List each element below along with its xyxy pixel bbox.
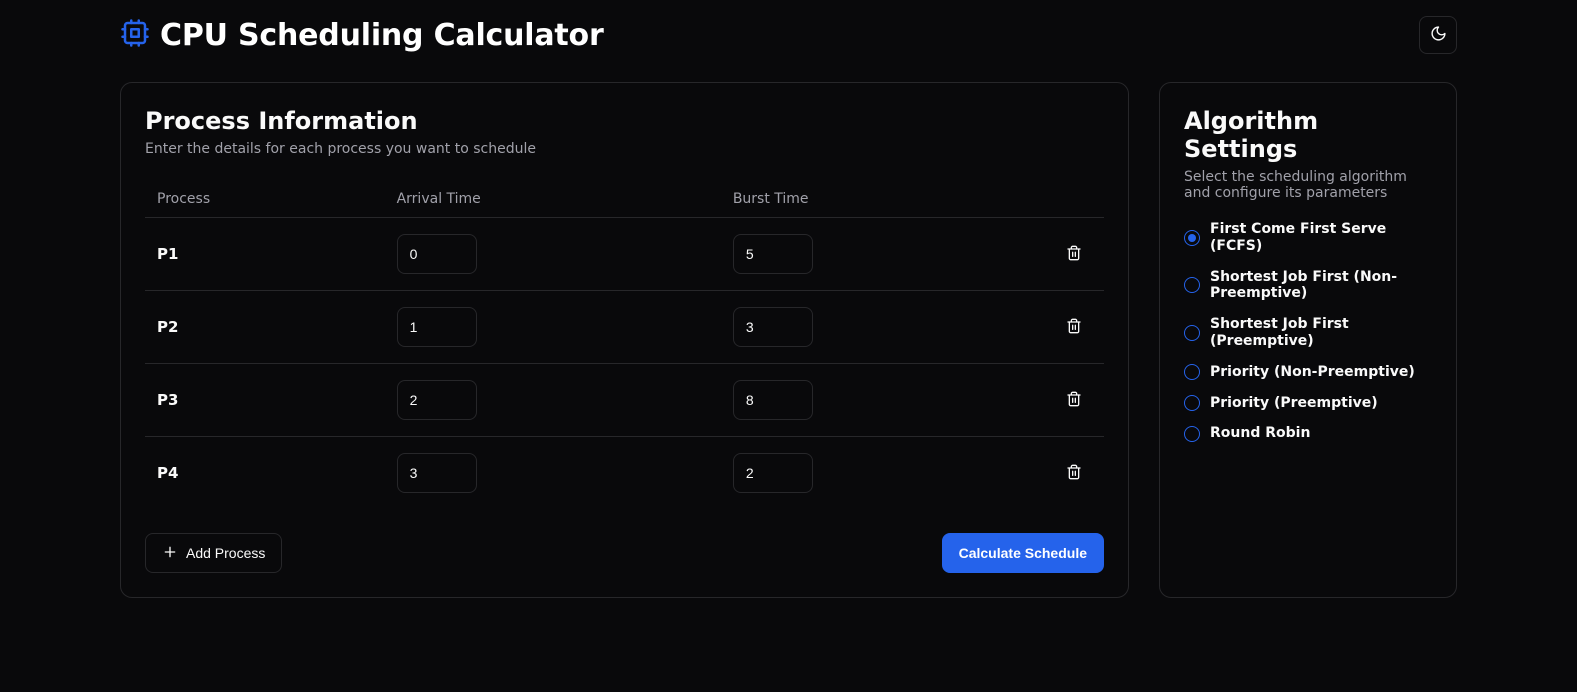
process-info-card: Process Information Enter the details fo… (120, 82, 1129, 598)
table-row: P3 (145, 364, 1104, 437)
theme-toggle-button[interactable] (1419, 16, 1457, 54)
burst-input[interactable] (733, 307, 813, 347)
moon-icon (1430, 25, 1447, 45)
page-title: CPU Scheduling Calculator (160, 18, 604, 53)
delete-row-button[interactable] (1056, 236, 1092, 272)
action-cell (1044, 364, 1104, 437)
algorithm-option-label: First Come First Serve (FCFS) (1210, 221, 1432, 255)
process-name-cell: P2 (145, 291, 385, 364)
trash-icon (1066, 464, 1082, 483)
process-name-cell: P3 (145, 364, 385, 437)
algorithm-option[interactable]: Shortest Job First (Preemptive) (1184, 316, 1432, 350)
algo-card-description: Select the scheduling algorithm and conf… (1184, 169, 1432, 201)
burst-input[interactable] (733, 453, 813, 493)
radio-icon (1184, 325, 1200, 341)
add-process-label: Add Process (186, 545, 265, 561)
arrival-input[interactable] (397, 234, 477, 274)
col-process: Process (145, 181, 385, 218)
radio-icon (1184, 395, 1200, 411)
add-process-button[interactable]: Add Process (145, 533, 282, 573)
action-cell (1044, 218, 1104, 291)
col-burst: Burst Time (721, 181, 1044, 218)
algorithm-option[interactable]: First Come First Serve (FCFS) (1184, 221, 1432, 255)
arrival-input[interactable] (397, 307, 477, 347)
arrival-input[interactable] (397, 453, 477, 493)
burst-input[interactable] (733, 234, 813, 274)
algorithm-radio-group: First Come First Serve (FCFS) Shortest Jo… (1184, 221, 1432, 442)
arrival-cell (385, 291, 721, 364)
arrival-cell (385, 437, 721, 510)
table-row: P4 (145, 437, 1104, 510)
calculate-button[interactable]: Calculate Schedule (942, 533, 1104, 573)
radio-icon (1184, 230, 1200, 246)
arrival-cell (385, 364, 721, 437)
trash-icon (1066, 245, 1082, 264)
action-cell (1044, 437, 1104, 510)
algo-card-title: Algorithm Settings (1184, 107, 1432, 163)
table-row: P2 (145, 291, 1104, 364)
col-action (1044, 181, 1104, 218)
app-header: CPU Scheduling Calculator (120, 16, 1457, 54)
algorithm-option-label: Round Robin (1210, 425, 1310, 442)
plus-icon (162, 544, 178, 563)
cpu-icon (120, 18, 150, 52)
process-table: Process Arrival Time Burst Time P1P2P3P4 (145, 181, 1104, 509)
title-wrap: CPU Scheduling Calculator (120, 18, 604, 53)
process-card-description: Enter the details for each process you w… (145, 141, 1104, 157)
radio-icon (1184, 364, 1200, 380)
process-name-cell: P4 (145, 437, 385, 510)
burst-input[interactable] (733, 380, 813, 420)
algorithm-option[interactable]: Priority (Preemptive) (1184, 395, 1432, 412)
algorithm-option[interactable]: Shortest Job First (Non-Preemptive) (1184, 269, 1432, 303)
process-card-footer: Add Process Calculate Schedule (145, 533, 1104, 573)
table-row: P1 (145, 218, 1104, 291)
calculate-label: Calculate Schedule (959, 545, 1087, 561)
algorithm-option-label: Shortest Job First (Non-Preemptive) (1210, 269, 1432, 303)
algorithm-option-label: Priority (Preemptive) (1210, 395, 1378, 412)
radio-icon (1184, 426, 1200, 442)
process-card-title: Process Information (145, 107, 1104, 135)
burst-cell (721, 291, 1044, 364)
arrival-cell (385, 218, 721, 291)
algorithm-option-label: Priority (Non-Preemptive) (1210, 364, 1415, 381)
arrival-input[interactable] (397, 380, 477, 420)
process-name-cell: P1 (145, 218, 385, 291)
algorithm-option[interactable]: Round Robin (1184, 425, 1432, 442)
action-cell (1044, 291, 1104, 364)
delete-row-button[interactable] (1056, 455, 1092, 491)
algorithm-settings-card: Algorithm Settings Select the scheduling… (1159, 82, 1457, 598)
trash-icon (1066, 318, 1082, 337)
trash-icon (1066, 391, 1082, 410)
burst-cell (721, 364, 1044, 437)
algorithm-option-label: Shortest Job First (Preemptive) (1210, 316, 1432, 350)
burst-cell (721, 218, 1044, 291)
algorithm-option[interactable]: Priority (Non-Preemptive) (1184, 364, 1432, 381)
delete-row-button[interactable] (1056, 382, 1092, 418)
radio-icon (1184, 277, 1200, 293)
delete-row-button[interactable] (1056, 309, 1092, 345)
col-arrival: Arrival Time (385, 181, 721, 218)
burst-cell (721, 437, 1044, 510)
